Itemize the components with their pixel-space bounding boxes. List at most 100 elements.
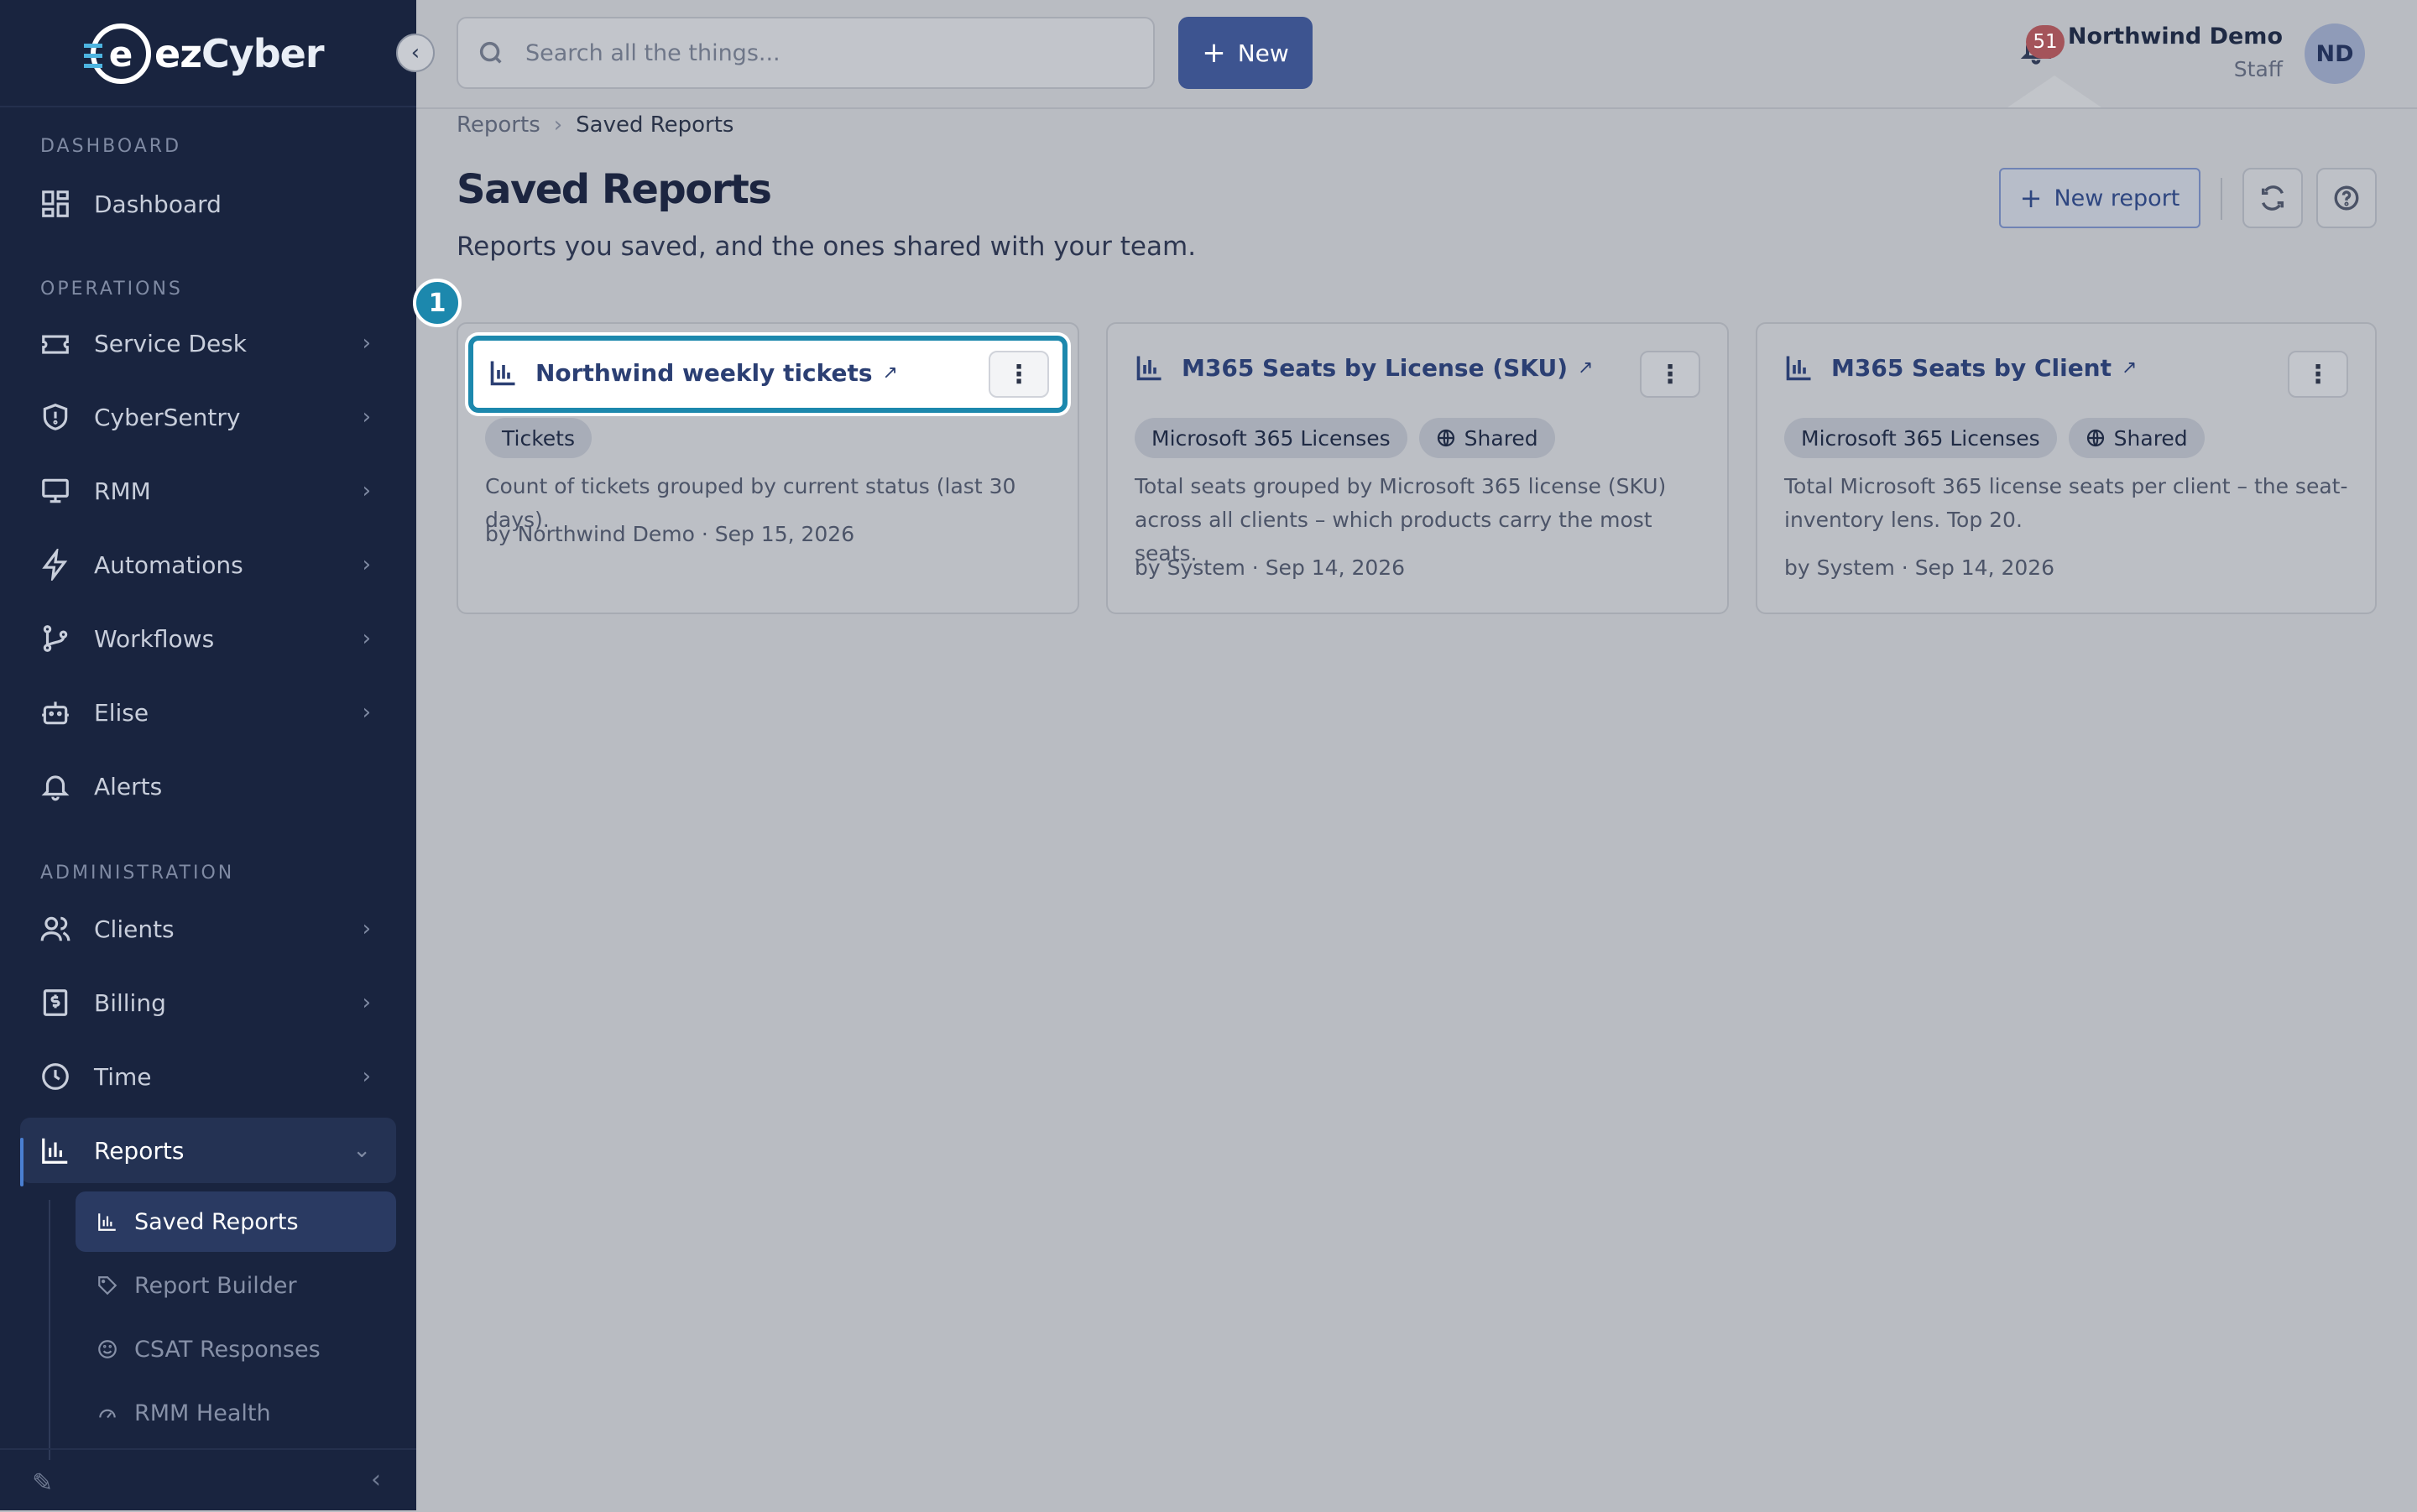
new-button-label: New bbox=[1237, 39, 1289, 67]
bolt-icon bbox=[39, 548, 72, 581]
sidebar-item-clients[interactable]: Clients › bbox=[20, 896, 396, 962]
search-input[interactable] bbox=[524, 39, 1115, 67]
sidebar-subitem-label: RMM Health bbox=[134, 1400, 271, 1426]
breadcrumb-root[interactable]: Reports bbox=[457, 112, 540, 138]
chevron-right-icon: › bbox=[362, 990, 371, 1015]
pencil-icon[interactable]: ✎ bbox=[32, 1468, 53, 1498]
external-link-icon: ↗ bbox=[1578, 357, 1594, 378]
report-meta: by System · Sep 14, 2026 bbox=[1784, 555, 2055, 580]
chevron-left-icon: ‹ bbox=[410, 40, 420, 65]
report-card[interactable]: M365 Seats by Client ↗ ⋮ Microsoft 365 Li… bbox=[1756, 322, 2377, 614]
app-logo[interactable]: e ezCyber bbox=[84, 22, 325, 86]
card-menu-button[interactable]: ⋮ bbox=[2288, 351, 2348, 398]
category-tag: Microsoft 365 Licenses bbox=[1784, 418, 2057, 458]
card-menu-button[interactable]: ⋮ bbox=[989, 351, 1049, 398]
new-button[interactable]: + New bbox=[1178, 17, 1313, 89]
top-bar: + New 51 Northwind Demo Staff ND bbox=[416, 0, 2417, 109]
category-tag: Tickets bbox=[485, 418, 592, 458]
notification-tooltip-pointer bbox=[2007, 76, 2101, 107]
sidebar-item-label: Dashboard bbox=[94, 190, 222, 218]
section-label-operations: OPERATIONS bbox=[40, 279, 183, 300]
page-title: Saved Reports bbox=[457, 166, 772, 213]
user-name[interactable]: Northwind Demo bbox=[2068, 23, 2283, 50]
sidebar-subitem-rmm-health[interactable]: RMM Health bbox=[76, 1383, 396, 1443]
chevron-right-icon: › bbox=[362, 404, 371, 430]
avatar[interactable]: ND bbox=[2305, 23, 2365, 84]
chart-icon bbox=[96, 1210, 119, 1233]
sidebar-subitem-saved-reports[interactable]: Saved Reports bbox=[76, 1191, 396, 1252]
plus-icon: + bbox=[1202, 36, 1226, 70]
report-meta: by Northwind Demo · Sep 15, 2026 bbox=[485, 522, 855, 546]
sidebar-subitem-label: CSAT Responses bbox=[134, 1336, 321, 1363]
new-report-label: New report bbox=[2054, 185, 2180, 211]
sidebar-item-label: Clients bbox=[94, 915, 175, 943]
sidebar: e ezCyber DASHBOARD Dashboard OPERATIONS… bbox=[0, 0, 416, 1510]
help-icon bbox=[2334, 185, 2359, 211]
sidebar-item-automations[interactable]: Automations › bbox=[20, 532, 396, 597]
chevron-right-icon: › bbox=[362, 700, 371, 725]
chart-icon bbox=[1136, 356, 1162, 381]
search-icon bbox=[477, 39, 505, 67]
gauge-icon bbox=[96, 1401, 119, 1425]
users-icon bbox=[39, 912, 72, 946]
external-link-icon: ↗ bbox=[882, 362, 898, 383]
sidebar-item-service-desk[interactable]: Service Desk › bbox=[20, 310, 396, 376]
sidebar-item-label: CyberSentry bbox=[94, 403, 241, 431]
report-card[interactable]: M365 Seats by License (SKU) ↗ ⋮ Microsoft… bbox=[1106, 322, 1729, 614]
globe-icon bbox=[2086, 429, 2104, 447]
shield-icon bbox=[39, 400, 72, 434]
highlighted-report-title[interactable]: Northwind weekly tickets ↗ bbox=[488, 357, 898, 388]
sidebar-item-label: Alerts bbox=[94, 772, 163, 800]
sidebar-collapse-button[interactable]: ‹ bbox=[396, 34, 435, 72]
global-search[interactable] bbox=[457, 17, 1155, 89]
tag-icon bbox=[96, 1274, 119, 1297]
sidebar-item-label: Elise bbox=[94, 698, 149, 727]
sidebar-subitem-csat-responses[interactable]: CSAT Responses bbox=[76, 1319, 396, 1379]
grid-icon bbox=[39, 187, 72, 221]
breadcrumb-current: Saved Reports bbox=[576, 112, 734, 138]
sidebar-item-cybersentry[interactable]: CyberSentry › bbox=[20, 384, 396, 450]
tutorial-step-badge: 1 bbox=[413, 279, 462, 327]
sidebar-item-elise[interactable]: Elise › bbox=[20, 680, 396, 745]
card-menu-button[interactable]: ⋮ bbox=[1640, 351, 1700, 398]
external-link-icon: ↗ bbox=[2122, 357, 2138, 378]
sidebar-item-time[interactable]: Time › bbox=[20, 1044, 396, 1109]
report-card-title[interactable]: M365 Seats by Client ↗ bbox=[1784, 352, 2137, 383]
user-role: Staff bbox=[2233, 57, 2283, 81]
tutorial-highlight[interactable]: Northwind weekly tickets ↗ ⋮ bbox=[468, 336, 1068, 413]
sidebar-item-billing[interactable]: Billing › bbox=[20, 970, 396, 1035]
sidebar-item-label: Time bbox=[94, 1062, 152, 1091]
sidebar-subitem-report-builder[interactable]: Report Builder bbox=[76, 1255, 396, 1316]
bell-icon bbox=[39, 769, 72, 803]
chevron-right-icon: › bbox=[362, 478, 371, 503]
refresh-icon bbox=[2261, 185, 2284, 211]
sidebar-subitem-label: Saved Reports bbox=[134, 1208, 299, 1235]
help-button[interactable] bbox=[2316, 168, 2377, 228]
section-label-dashboard: DASHBOARD bbox=[40, 136, 182, 157]
clock-icon bbox=[39, 1060, 72, 1093]
sidebar-item-reports[interactable]: Reports ⌄ bbox=[20, 1118, 396, 1183]
report-card-title[interactable]: M365 Seats by License (SKU) ↗ bbox=[1135, 352, 1593, 383]
dollar-icon bbox=[39, 986, 72, 1019]
notification-count-badge: 51 bbox=[2026, 25, 2065, 59]
sidebar-item-workflows[interactable]: Workflows › bbox=[20, 606, 396, 671]
logo-mark: e bbox=[84, 23, 151, 84]
section-label-administration: ADMINISTRATION bbox=[40, 863, 235, 884]
report-meta: by System · Sep 14, 2026 bbox=[1135, 555, 1406, 580]
plus-icon: + bbox=[2019, 182, 2043, 214]
chevron-right-icon: › bbox=[553, 112, 563, 138]
chevron-right-icon: › bbox=[362, 552, 371, 577]
sidebar-item-dashboard[interactable]: Dashboard bbox=[20, 171, 396, 237]
new-report-button[interactable]: + New report bbox=[1999, 168, 2200, 228]
sidebar-item-alerts[interactable]: Alerts bbox=[20, 753, 396, 819]
shared-badge: Shared bbox=[1418, 418, 1555, 458]
sidebar-item-label: Automations bbox=[94, 550, 243, 579]
branch-icon bbox=[39, 622, 72, 655]
sidebar-footer: ✎ ‹ bbox=[0, 1448, 416, 1512]
sidebar-item-label: Reports bbox=[94, 1136, 185, 1165]
sidebar-item-label: RMM bbox=[94, 477, 151, 505]
monitor-icon bbox=[39, 474, 72, 508]
refresh-button[interactable] bbox=[2242, 168, 2303, 228]
collapse-sidebar-icon[interactable]: ‹ bbox=[371, 1465, 381, 1494]
sidebar-item-rmm[interactable]: RMM › bbox=[20, 458, 396, 524]
